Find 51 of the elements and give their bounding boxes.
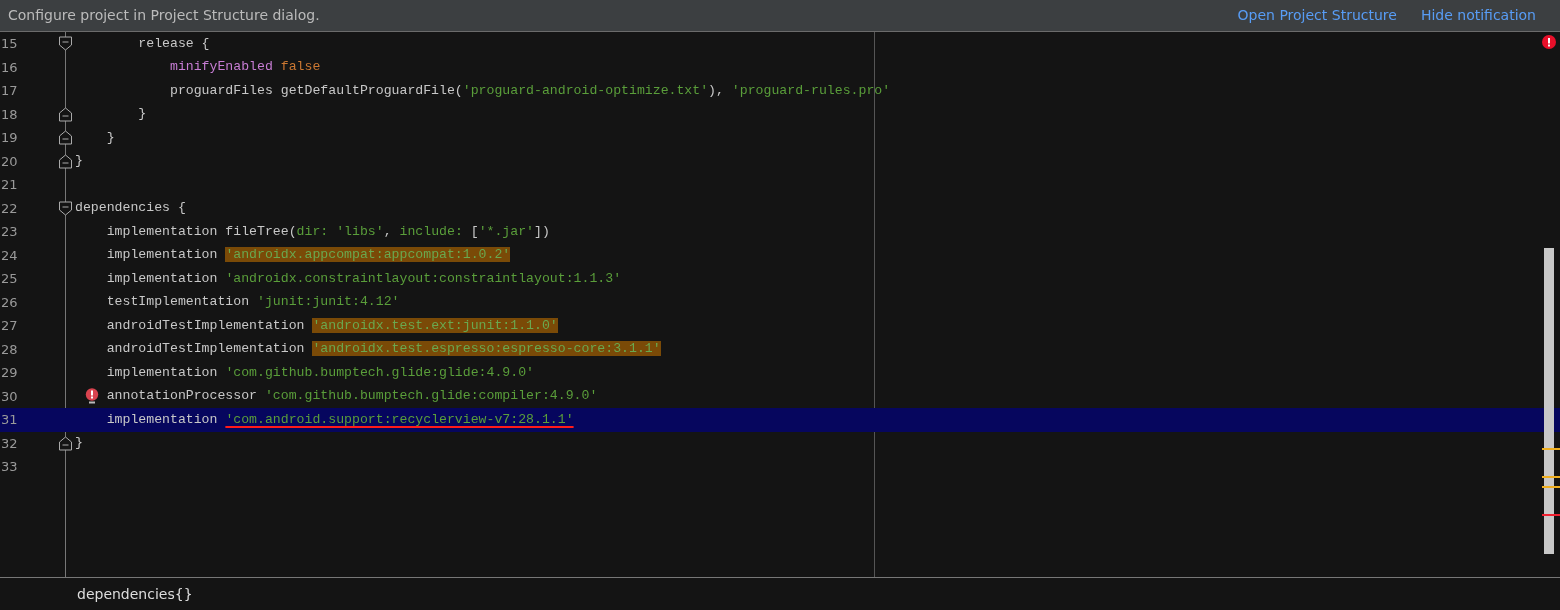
code-line: dependencies { <box>75 199 186 218</box>
error-icon[interactable] <box>1542 35 1556 49</box>
line-number: 23 <box>0 223 19 241</box>
line-number: 16 <box>0 58 19 77</box>
fold-toggle-icon[interactable] <box>58 36 73 52</box>
line-number: 33 <box>0 458 19 476</box>
fold-toggle-icon[interactable] <box>58 200 73 216</box>
code-line: implementation 'androidx.constraintlayout:constraintlayout:1.1.3' <box>106 269 622 288</box>
line-number: 21 <box>0 176 19 194</box>
code-line: testImplementation 'junit:junit:4.12' <box>106 293 400 312</box>
code-line: proguardFiles getDefaultProguardFile('proguard-android-optimize.txt'), 'proguard-rules.pro' <box>169 81 891 100</box>
error-stripe-mark[interactable] <box>1542 485 1560 488</box>
notification-link[interactable]: Hide notification <box>1420 5 1536 26</box>
breadcrumb[interactable]: dependencies{} <box>77 583 193 605</box>
line-number: 29 <box>0 364 19 382</box>
code-line: androidTestImplementation 'androidx.test.espresso:espresso-core:3.1.1' <box>106 340 661 359</box>
line-number: 22 <box>0 199 19 218</box>
code-line: implementation 'com.github.bumptech.glide:glide:4.9.0' <box>106 363 534 382</box>
line-number: 28 <box>0 340 19 359</box>
code-line: } <box>75 434 83 453</box>
warning-bulb-icon[interactable] <box>84 388 100 405</box>
line-number: 30 <box>0 387 19 406</box>
fold-toggle-icon[interactable] <box>58 106 73 122</box>
fold-toggle-icon[interactable] <box>58 130 73 146</box>
line-number: 18 <box>0 105 19 124</box>
line-number: 32 <box>0 434 19 453</box>
code-line: } <box>75 152 83 171</box>
line-number: 20 <box>0 152 19 171</box>
fold-toggle-icon[interactable] <box>58 435 73 451</box>
code-line: } <box>138 105 147 124</box>
code-line: androidTestImplementation 'androidx.test.ext:junit:1.1.0' <box>106 316 558 335</box>
code-line: annotationProcessor 'com.github.bumptech.glide:compiler:4.9.0' <box>106 387 598 406</box>
code-line: release { <box>138 34 210 53</box>
code-line: implementation fileTree(dir: 'libs', include: ['*.jar']) <box>106 222 550 241</box>
code-line: } <box>106 128 115 147</box>
line-number: 25 <box>0 270 19 288</box>
fold-toggle-icon[interactable] <box>58 153 73 169</box>
line-number: 17 <box>0 82 19 100</box>
line-number: 31 <box>0 411 19 429</box>
line-number: 27 <box>0 317 19 335</box>
line-number: 19 <box>0 129 19 147</box>
code-line: implementation 'androidx.appcompat:appcompat:1.0.2' <box>106 246 511 265</box>
line-number: 15 <box>0 35 19 53</box>
error-stripe-mark[interactable] <box>1542 447 1560 450</box>
line-number: 26 <box>0 293 19 312</box>
line-number: 24 <box>0 246 19 265</box>
notification-message: Configure project in Project Structure dialog. <box>8 6 320 25</box>
code-line: implementation 'com.android.support:recyclerview-v7:28.1.1' <box>106 410 574 429</box>
scrollbar-thumb[interactable] <box>1544 248 1554 554</box>
notification-link[interactable]: Open Project Structure <box>1237 5 1397 26</box>
code-line: minifyEnabled false <box>169 58 321 77</box>
